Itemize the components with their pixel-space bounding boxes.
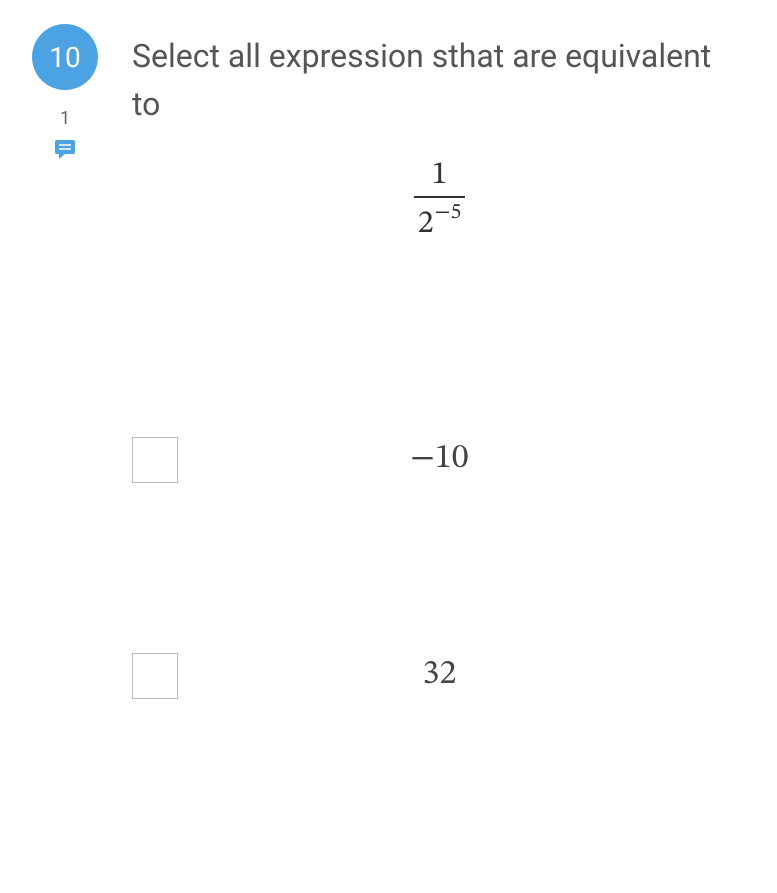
option-checkbox[interactable] — [132, 437, 178, 483]
option-label: 32 — [178, 654, 747, 697]
denominator-exponent: −5 — [435, 198, 462, 229]
question-number: 10 — [49, 41, 80, 74]
answer-options: −10 32 — [132, 437, 747, 699]
comment-count: 1 — [60, 108, 70, 129]
option-label: −10 — [178, 438, 747, 481]
question-prompt: Select all expression sthat are equivale… — [132, 32, 747, 128]
question-expression: 1 2−5 — [132, 156, 747, 247]
question-number-badge: 10 — [32, 24, 98, 90]
option-checkbox[interactable] — [132, 653, 178, 699]
answer-option: −10 — [132, 437, 747, 483]
fraction: 1 2−5 — [414, 156, 466, 247]
fraction-numerator: 1 — [414, 156, 466, 196]
comment-icon[interactable] — [53, 137, 77, 161]
answer-option: 32 — [132, 653, 747, 699]
question-sidebar: 10 1 — [30, 24, 100, 869]
denominator-base: 2 — [418, 202, 434, 247]
fraction-denominator: 2−5 — [414, 198, 466, 246]
question-content: Select all expression sthat are equivale… — [100, 24, 747, 869]
